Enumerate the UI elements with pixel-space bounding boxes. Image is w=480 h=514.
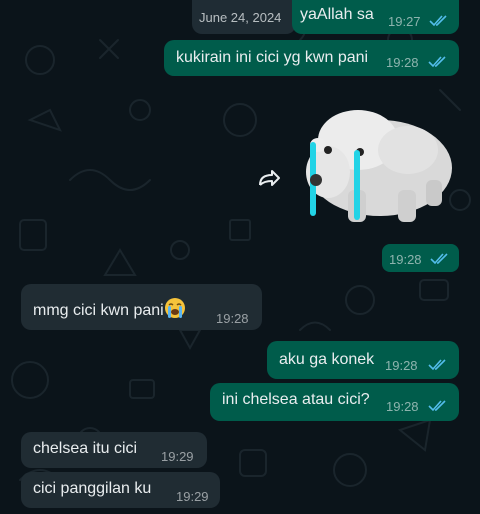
message-text: aku ga konek [279, 351, 375, 368]
outgoing-message[interactable]: yaAllah sa 19:27 [292, 0, 459, 34]
message-text: kukirain ini cici yg kwn pani [176, 49, 369, 66]
double-check-icon [428, 56, 446, 68]
outgoing-message[interactable]: kukirain ini cici yg kwn pani 19:28 [164, 40, 459, 76]
message-text: cici panggilan ku [33, 480, 152, 497]
outgoing-message[interactable]: ini chelsea atau cici? 19:28 [210, 383, 459, 421]
double-check-icon [430, 253, 448, 265]
message-time: 19:28 [389, 252, 422, 267]
message-text: chelsea itu cici [33, 440, 138, 457]
message-text: ini chelsea atau cici? [222, 391, 370, 408]
message-time: 19:29 [161, 449, 194, 464]
message-time: 19:28 [386, 399, 419, 414]
double-check-icon [428, 400, 446, 412]
message-time: 19:29 [176, 489, 209, 504]
incoming-message[interactable]: mmg cici kwn pani 19:28 [21, 284, 262, 330]
message-text: yaAllah sa [300, 6, 374, 23]
date-separator: June 24, 2024 [192, 0, 296, 34]
crying-polar-bear-sticker[interactable] [298, 100, 458, 240]
loudly-crying-face-icon [164, 298, 185, 318]
incoming-message[interactable]: cici panggilan ku 19:29 [21, 472, 220, 508]
forward-arrow-icon [259, 170, 280, 186]
date-label: June 24, 2024 [199, 10, 282, 25]
message-text-content: mmg cici kwn pani [33, 302, 164, 319]
message-text: mmg cici kwn pani [33, 297, 186, 320]
message-time: 19:28 [385, 358, 418, 373]
message-time: 19:28 [386, 55, 419, 70]
message-time: 19:27 [388, 14, 421, 29]
outgoing-message[interactable]: aku ga konek 19:28 [267, 341, 459, 379]
incoming-message[interactable]: chelsea itu cici 19:29 [21, 432, 207, 468]
double-check-icon [429, 15, 447, 27]
message-time: 19:28 [216, 311, 249, 326]
forward-button[interactable] [252, 163, 286, 197]
sticker-timestamp: 19:28 [382, 244, 459, 272]
double-check-icon [428, 359, 446, 371]
